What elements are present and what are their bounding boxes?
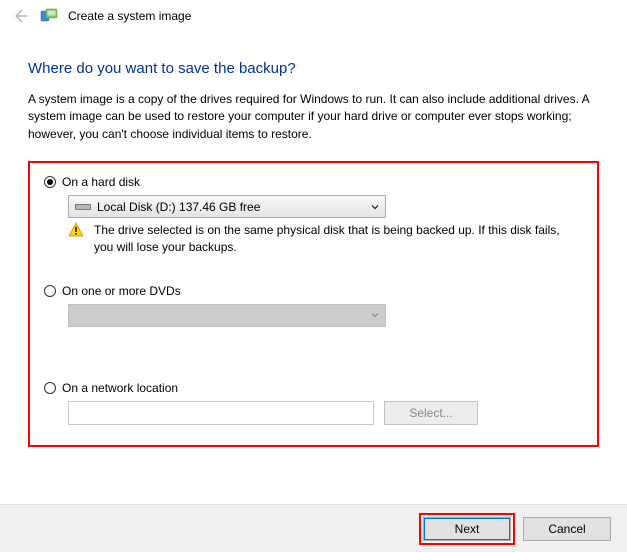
- radio-dvds[interactable]: [44, 285, 56, 297]
- option-network-label: On a network location: [62, 381, 178, 395]
- intro-text: A system image is a copy of the drives r…: [28, 91, 599, 143]
- option-network[interactable]: On a network location: [44, 381, 583, 395]
- option-dvds-label: On one or more DVDs: [62, 284, 181, 298]
- options-highlight-box: On a hard disk Local Disk (D:) 137.46 GB…: [28, 161, 599, 447]
- option-dvds[interactable]: On one or more DVDs: [44, 284, 583, 298]
- next-button[interactable]: Next: [423, 517, 511, 541]
- radio-hard-disk[interactable]: [44, 176, 56, 188]
- hard-disk-select[interactable]: Local Disk (D:) 137.46 GB free: [68, 195, 386, 218]
- warning-row: The drive selected is on the same physic…: [68, 222, 583, 256]
- option-hard-disk[interactable]: On a hard disk: [44, 175, 583, 189]
- page-heading: Where do you want to save the backup?: [28, 60, 599, 77]
- selected-drive-text: Local Disk (D:) 137.46 GB free: [97, 200, 260, 214]
- dvd-select: [68, 304, 386, 327]
- drive-icon: [75, 202, 91, 212]
- network-path-input[interactable]: [68, 401, 374, 425]
- window-title: Create a system image: [68, 9, 191, 23]
- option-hard-disk-label: On a hard disk: [62, 175, 140, 189]
- chevron-down-icon: [371, 200, 379, 214]
- next-highlight: Next: [419, 513, 515, 545]
- footer-bar: Next Cancel: [0, 504, 627, 552]
- select-button: Select...: [384, 401, 478, 425]
- warning-text: The drive selected is on the same physic…: [94, 222, 574, 256]
- title-bar: Create a system image: [0, 0, 627, 32]
- content-area: Where do you want to save the backup? A …: [0, 32, 627, 447]
- warning-icon: [68, 222, 84, 238]
- chevron-down-icon: [371, 308, 379, 322]
- back-arrow-icon: [10, 6, 30, 26]
- radio-network[interactable]: [44, 382, 56, 394]
- cancel-button[interactable]: Cancel: [523, 517, 611, 541]
- system-image-icon: [40, 7, 58, 25]
